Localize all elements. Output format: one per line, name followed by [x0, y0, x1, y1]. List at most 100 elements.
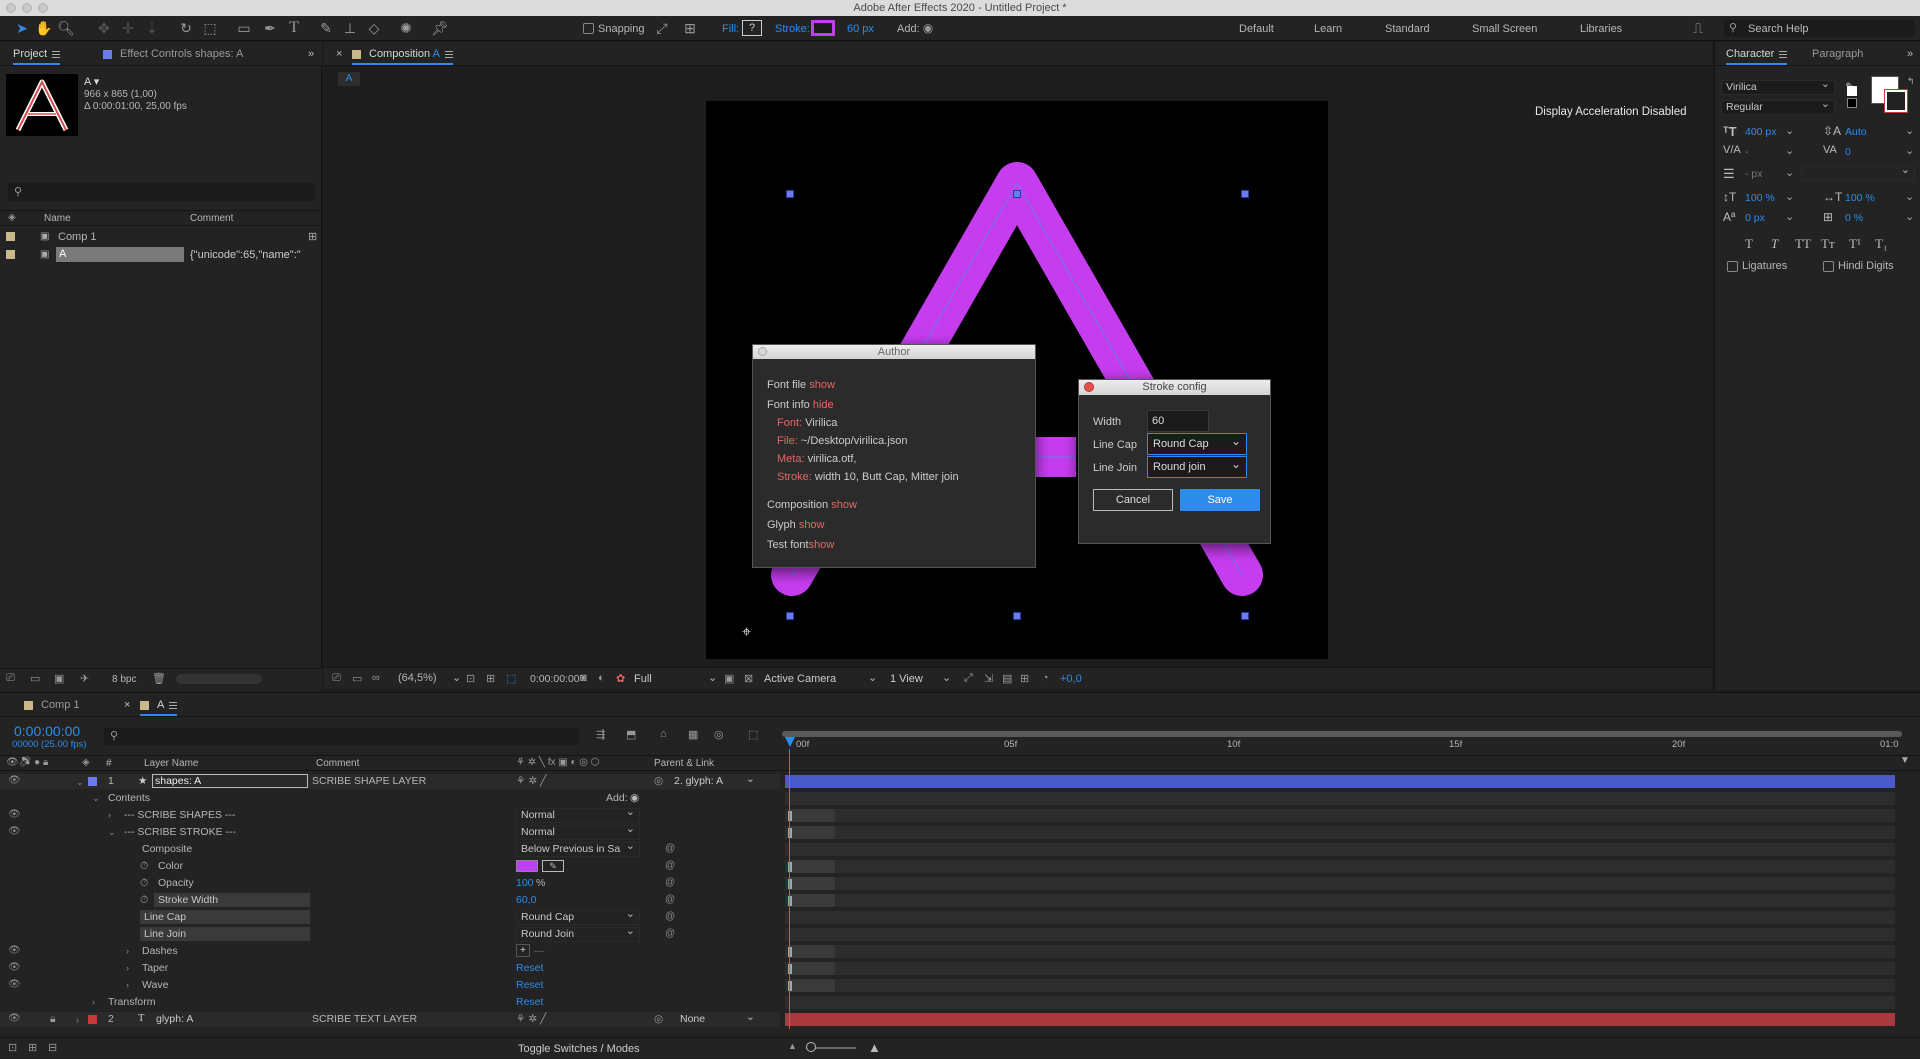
font-info-hide-link[interactable]: hide — [813, 399, 834, 411]
stroke-width-value[interactable]: 60 px — [847, 23, 874, 35]
resolution-dropdown[interactable]: Full — [634, 673, 652, 685]
fill-swatch[interactable]: ? — [742, 20, 762, 36]
cancel-button[interactable]: Cancel — [1093, 489, 1173, 511]
toggle-pixel-aspect-icon[interactable]: ⤢ — [964, 672, 973, 685]
timeline-zoom-thumb[interactable] — [806, 1042, 816, 1052]
lock-icon[interactable]: 🔒︎ — [50, 1012, 56, 1026]
swap-colors-icon[interactable]: ↰ — [1907, 76, 1915, 87]
pan-camera-icon[interactable]: ✛ — [120, 20, 136, 36]
snapshot-camera-icon[interactable]: ◙ — [580, 672, 587, 684]
font-family-dropdown[interactable]: Virilica — [1721, 78, 1835, 95]
color-swatch[interactable] — [516, 860, 538, 872]
flowchart-icon[interactable]: ⊞ — [308, 230, 317, 243]
pick-whip-icon[interactable]: ◎ — [654, 774, 663, 788]
shy-layers-icon[interactable]: ⌂ — [660, 728, 667, 740]
thumbnail-size-slider[interactable] — [176, 674, 262, 684]
layer-name-field[interactable]: shapes: A — [152, 774, 308, 788]
chevron-right-icon[interactable]: › — [92, 995, 95, 1009]
transform-reset-link[interactable]: Reset — [516, 995, 543, 1009]
close-tab-icon[interactable]: × — [336, 48, 342, 60]
project-search-input[interactable]: ⚲ — [8, 183, 315, 201]
add-dropdown-icon[interactable]: ◉ — [630, 791, 639, 805]
dashes-row[interactable]: 👁︎ › Dashes + — — [0, 944, 780, 958]
transform-handle[interactable] — [1241, 190, 1249, 198]
timeline-search-input[interactable]: ⚲ — [104, 728, 578, 745]
comp-current-time[interactable]: 0:00:00:00 — [530, 673, 580, 685]
opacity-row[interactable]: ⏱︎ Opacity 100 % @ — [0, 876, 780, 890]
small-caps-icon[interactable]: Tт — [1821, 236, 1835, 252]
workspace-small-screen[interactable]: Small Screen — [1472, 23, 1537, 35]
playhead-icon[interactable] — [785, 737, 795, 747]
timeline-end-marker-icon[interactable]: ▼ — [1900, 755, 1912, 767]
stroke-width-row[interactable]: ⏱︎ Stroke Width 60,0 @ — [0, 893, 780, 907]
taper-reset-link[interactable]: Reset — [516, 961, 543, 975]
hand-tool-icon[interactable]: ✋ — [35, 20, 52, 36]
close-window-button[interactable] — [6, 3, 16, 13]
scribe-shapes-row[interactable]: 👁︎ › --- SCRIBE SHAPES --- Normal — [0, 806, 780, 823]
transform-handle[interactable] — [1241, 612, 1249, 620]
tab-composition[interactable]: Composition A — [352, 48, 453, 65]
composite-row[interactable]: Composite Below Previous in Sa @ — [0, 840, 780, 857]
layer-1-duration-bar[interactable] — [785, 775, 1895, 788]
eye-icon[interactable]: 👁︎ — [8, 1012, 21, 1026]
test-font-show-link[interactable]: show — [809, 539, 835, 551]
fast-previews-icon[interactable]: ⇲ — [984, 672, 993, 685]
pen-tool-icon[interactable]: ✒ — [262, 20, 278, 36]
zoom-out-icon[interactable]: ▲ — [788, 1041, 797, 1051]
scribe-shapes-blend-mode[interactable]: Normal — [516, 806, 640, 823]
brush-tool-icon[interactable]: ✎ — [318, 20, 334, 36]
zoom-window-button[interactable] — [38, 3, 48, 13]
timeline-icon[interactable]: ▤ — [1002, 672, 1012, 685]
tab-project[interactable]: Project — [13, 48, 61, 65]
chevron-down-icon[interactable]: ⌄ — [76, 775, 84, 789]
chevron-down-icon[interactable]: ⌄ — [108, 825, 116, 839]
chevron-down-icon[interactable]: ⌄ — [92, 791, 100, 805]
faux-bold-icon[interactable]: T — [1745, 236, 1753, 252]
show-snapshot-icon[interactable]: ◐ — [598, 672, 605, 684]
col-comment[interactable]: Comment — [316, 758, 359, 769]
grid-overlay-icon[interactable]: ⊞ — [486, 672, 495, 685]
label-tag-icon[interactable]: ◈ — [8, 212, 16, 223]
tracking-value[interactable]: 0 — [1845, 146, 1851, 158]
chevron-down-icon[interactable]: ⌄ — [1785, 190, 1794, 203]
anchor-point-icon[interactable]: ⌖ — [742, 624, 751, 642]
eye-icon[interactable]: 👁︎ — [8, 774, 21, 788]
line-cap-row[interactable]: Line Cap Round Cap @ — [0, 908, 780, 925]
stroke-config-close-button[interactable] — [1084, 382, 1094, 392]
chevron-right-icon[interactable]: › — [126, 978, 129, 992]
col-parent-link[interactable]: Parent & Link — [654, 758, 714, 769]
scribe-stroke-blend-mode[interactable]: Normal — [516, 823, 640, 840]
leading-value[interactable]: Auto — [1845, 126, 1867, 138]
chevron-right-icon[interactable]: › — [108, 808, 111, 822]
faux-italic-icon[interactable]: T — [1771, 236, 1778, 252]
always-preview-icon[interactable]: ⎚ — [332, 672, 341, 685]
subscript-icon[interactable]: T₁ — [1875, 236, 1887, 252]
composition-show-link[interactable]: show — [831, 499, 857, 511]
dolly-camera-icon[interactable]: ⇣ — [144, 20, 160, 36]
width-input[interactable]: 60 — [1147, 410, 1209, 432]
chevron-down-icon[interactable]: ⌄ — [1905, 190, 1914, 203]
save-button[interactable]: Save — [1180, 489, 1260, 511]
bpc-label[interactable]: 8 bpc — [112, 674, 136, 685]
stroke-swatch[interactable] — [811, 20, 835, 36]
vr-goggles-icon[interactable]: ∞ — [372, 672, 380, 684]
chevron-right-icon[interactable]: › — [76, 1013, 79, 1027]
chevron-down-icon[interactable]: ⌄ — [1905, 124, 1914, 137]
taper-row[interactable]: 👁︎ › Taper Reset — [0, 961, 780, 975]
line-join-row[interactable]: Line Join Round Join @ — [0, 925, 780, 942]
kerning-value[interactable]: - — [1745, 146, 1749, 158]
color-row[interactable]: ⏱︎ Color ✎ @ — [0, 859, 780, 873]
workspace-default[interactable]: Default — [1239, 23, 1274, 35]
stopwatch-icon[interactable]: ⏱︎ — [140, 876, 148, 890]
project-item-comp1[interactable]: ▣ Comp 1 ⊞ — [0, 228, 322, 244]
tab-effect-controls[interactable]: Effect Controls shapes: A — [103, 48, 243, 60]
horizontal-scale-value[interactable]: 100 % — [1845, 192, 1875, 204]
new-composition-icon[interactable]: ▣ — [54, 672, 64, 685]
panel-overflow-icon[interactable]: » — [308, 48, 314, 60]
black-swatch[interactable] — [1847, 98, 1857, 108]
draft-3d-icon[interactable]: ⬒ — [626, 728, 636, 741]
tsume-value[interactable]: 0 % — [1845, 212, 1863, 224]
stroke-style-dropdown[interactable] — [1801, 164, 1915, 181]
chevron-down-icon[interactable]: ⌄ — [1785, 210, 1794, 223]
selected-item-name[interactable]: A ▾ — [84, 75, 99, 88]
